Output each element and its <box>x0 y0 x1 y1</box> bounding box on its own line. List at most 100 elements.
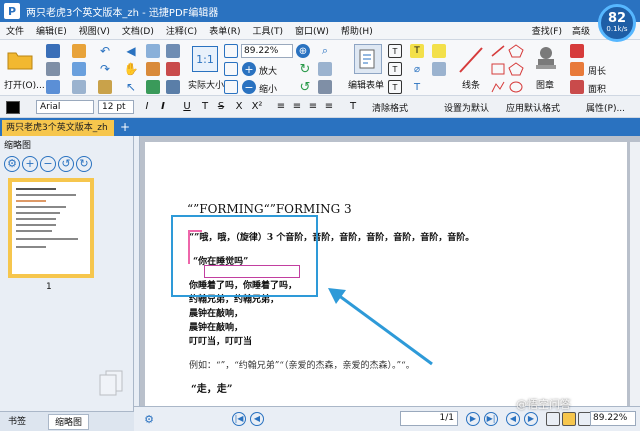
fit-width-icon[interactable] <box>224 62 238 76</box>
thumb-zoom-in-icon[interactable]: + <box>22 156 38 172</box>
vertical-scrollbar[interactable] <box>630 142 640 406</box>
menu-tools[interactable]: 工具(T) <box>246 24 289 37</box>
zoom-in-icon[interactable]: + <box>242 62 256 76</box>
polygon-tool-icon[interactable] <box>508 44 524 58</box>
text-style-icon[interactable]: T <box>346 100 360 114</box>
save-icon[interactable] <box>46 44 60 58</box>
new-tab-button[interactable]: + <box>118 120 132 134</box>
page-number-input[interactable]: 1/1 <box>400 411 458 426</box>
set-default-button[interactable]: 设置为默认 <box>444 101 489 114</box>
document-tab[interactable]: 两只老虎3个英文版本_zh * <box>2 120 114 149</box>
settings-icon[interactable]: ⚙ <box>4 156 20 172</box>
align-center-icon[interactable]: ≡ <box>290 100 304 114</box>
open-label[interactable]: 打开(O)... <box>4 78 45 91</box>
text-field-icon[interactable]: T <box>388 44 402 58</box>
page-heading[interactable]: “”FORMING“”FORMING 3 <box>187 202 352 216</box>
font-size-select[interactable]: 12 pt <box>98 100 134 114</box>
align-left-icon[interactable]: ≡ <box>274 100 288 114</box>
text-box-icon[interactable]: T <box>388 62 402 76</box>
clear-format-button[interactable]: 清除格式 <box>372 101 408 114</box>
email-icon[interactable] <box>72 44 86 58</box>
measure-icon[interactable] <box>318 80 332 94</box>
area-icon[interactable] <box>570 80 584 94</box>
align-right-icon[interactable]: ≡ <box>306 100 320 114</box>
highlight-text-icon[interactable]: T <box>410 44 424 58</box>
edit-content-icon[interactable] <box>146 62 160 76</box>
polyline-tool-icon[interactable] <box>490 80 506 94</box>
underline-text-icon[interactable]: T <box>410 80 424 94</box>
search-icon[interactable]: ⌕ <box>318 44 332 58</box>
actual-size-label[interactable]: 实际大小 <box>188 78 224 91</box>
attach-icon[interactable]: ⌀ <box>410 62 424 76</box>
back-icon[interactable]: ◀ <box>124 44 138 58</box>
rotate-right-icon[interactable]: ↻ <box>298 62 312 77</box>
underline-button[interactable]: U <box>180 100 194 114</box>
page-icon[interactable] <box>72 80 86 94</box>
performance-badge[interactable]: 82 0.1k/s <box>598 4 636 42</box>
previous-page-button[interactable]: ◀ <box>250 412 264 426</box>
callout-icon[interactable]: T <box>388 80 402 94</box>
thumb-rotate-right-icon[interactable]: ↻ <box>76 156 92 172</box>
line-label[interactable]: 线条 <box>462 78 480 91</box>
menu-window[interactable]: 窗口(W) <box>289 24 335 37</box>
line-tool-icon[interactable] <box>456 44 486 76</box>
strikethrough-button[interactable]: S <box>214 100 228 114</box>
edit-form-label[interactable]: 编辑表单 <box>348 78 384 91</box>
text-color-swatch[interactable] <box>6 101 20 114</box>
print-icon[interactable] <box>46 62 60 76</box>
stamp-small-icon[interactable] <box>432 62 446 76</box>
status-settings-icon[interactable]: ⚙ <box>142 412 156 426</box>
next-page-button[interactable]: ▶ <box>466 412 480 426</box>
clipboard-icon[interactable] <box>98 80 112 94</box>
text-line-9[interactable]: “走，走” <box>191 380 233 395</box>
area-label[interactable]: 面积 <box>588 82 606 95</box>
scan-icon[interactable] <box>46 80 60 94</box>
zoom-select[interactable]: 89.22% <box>241 44 293 58</box>
camera-icon[interactable] <box>166 44 180 58</box>
tab-thumbnails[interactable]: 缩略图 <box>48 414 90 430</box>
tab-bookmarks[interactable]: 书签 <box>2 414 32 430</box>
zoom-in-label[interactable]: 放大 <box>259 64 277 77</box>
document-icon[interactable] <box>72 62 86 76</box>
rectangle-tool-icon[interactable] <box>490 62 506 76</box>
text-line-6[interactable]: 晨钟在敲响， <box>189 320 243 333</box>
font-family-select[interactable]: Arial <box>36 100 94 114</box>
undo-icon[interactable]: ↶ <box>98 44 112 58</box>
compare-icon[interactable] <box>318 62 332 76</box>
continuous-page-icon[interactable] <box>562 412 576 426</box>
rotate-left-icon[interactable]: ↺ <box>298 80 312 95</box>
menu-view[interactable]: 视图(V) <box>73 24 116 37</box>
thumb-zoom-out-icon[interactable]: − <box>40 156 56 172</box>
single-page-icon[interactable] <box>546 412 560 426</box>
page-thumbnail[interactable] <box>8 178 94 278</box>
hand-icon[interactable]: ✋ <box>124 62 139 76</box>
apply-default-button[interactable]: 应用默认格式 <box>506 101 560 114</box>
bold-italic-button[interactable]: I <box>156 100 170 114</box>
text-line-7[interactable]: 叮叮当，叮叮当 <box>189 334 252 347</box>
stamp-label[interactable]: 图章 <box>536 78 554 91</box>
menu-form[interactable]: 表单(R) <box>203 24 246 37</box>
link-icon[interactable] <box>166 80 180 94</box>
zoom-dropdown-icon[interactable]: ⊕ <box>296 44 310 58</box>
first-page-button[interactable]: |◀ <box>232 412 246 426</box>
advanced-button[interactable]: 高级 <box>572 24 590 37</box>
subscript-button[interactable]: X <box>232 100 246 114</box>
distance-icon[interactable] <box>570 44 584 58</box>
panel-splitter[interactable] <box>134 136 140 406</box>
history-forward-button[interactable]: ▶ <box>524 412 538 426</box>
align-justify-icon[interactable]: ≡ <box>322 100 336 114</box>
perimeter-icon[interactable] <box>570 62 584 76</box>
actual-size-icon[interactable]: 1:1 <box>192 46 218 72</box>
history-back-button[interactable]: ◀ <box>506 412 520 426</box>
italic-button[interactable]: I <box>140 100 154 114</box>
add-text-icon[interactable] <box>146 80 160 94</box>
perimeter-label[interactable]: 周长 <box>588 64 606 77</box>
menu-document[interactable]: 文档(D) <box>116 24 160 37</box>
properties-button[interactable]: 属性(P)... <box>586 101 625 114</box>
menu-file[interactable]: 文件 <box>0 24 30 37</box>
superscript-button[interactable]: X² <box>250 100 264 114</box>
status-zoom-select[interactable]: 89.22% <box>590 411 636 426</box>
redo-icon[interactable]: ↷ <box>98 62 112 76</box>
fit-visible-icon[interactable] <box>224 80 238 94</box>
crop-icon[interactable] <box>166 62 180 76</box>
